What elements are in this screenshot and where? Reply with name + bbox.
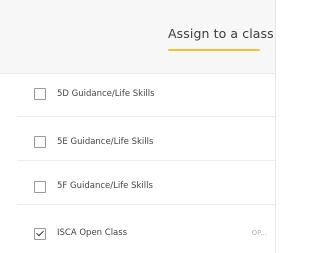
class-checkbox-checked[interactable] [34, 228, 46, 240]
class-label: 5E Guidance/Life Skills [57, 137, 154, 147]
class-checkbox[interactable] [34, 88, 46, 100]
class-checkbox[interactable] [34, 136, 46, 148]
class-row[interactable]: 5F Guidance/Life Skills [17, 161, 275, 205]
check-icon [36, 228, 44, 237]
class-row[interactable]: ISCA Open Class OP... [17, 205, 275, 249]
class-row[interactable]: 5D Guidance/Life Skills [17, 73, 275, 117]
class-label: 5D Guidance/Life Skills [57, 89, 155, 99]
class-list: 5D Guidance/Life Skills 5E Guidance/Life… [17, 73, 275, 249]
title-underline [168, 49, 260, 51]
class-checkbox[interactable] [34, 181, 46, 193]
class-label: ISCA Open Class [57, 228, 128, 238]
class-extra-text: OP... [251, 229, 267, 237]
panel-header: Assign to a class [0, 0, 275, 74]
class-label: 5F Guidance/Life Skills [57, 181, 153, 191]
assign-class-panel: Assign to a class 5D Guidance/Life Skill… [0, 0, 276, 253]
class-row[interactable]: 5E Guidance/Life Skills [17, 117, 275, 161]
panel-title: Assign to a class [168, 26, 274, 41]
